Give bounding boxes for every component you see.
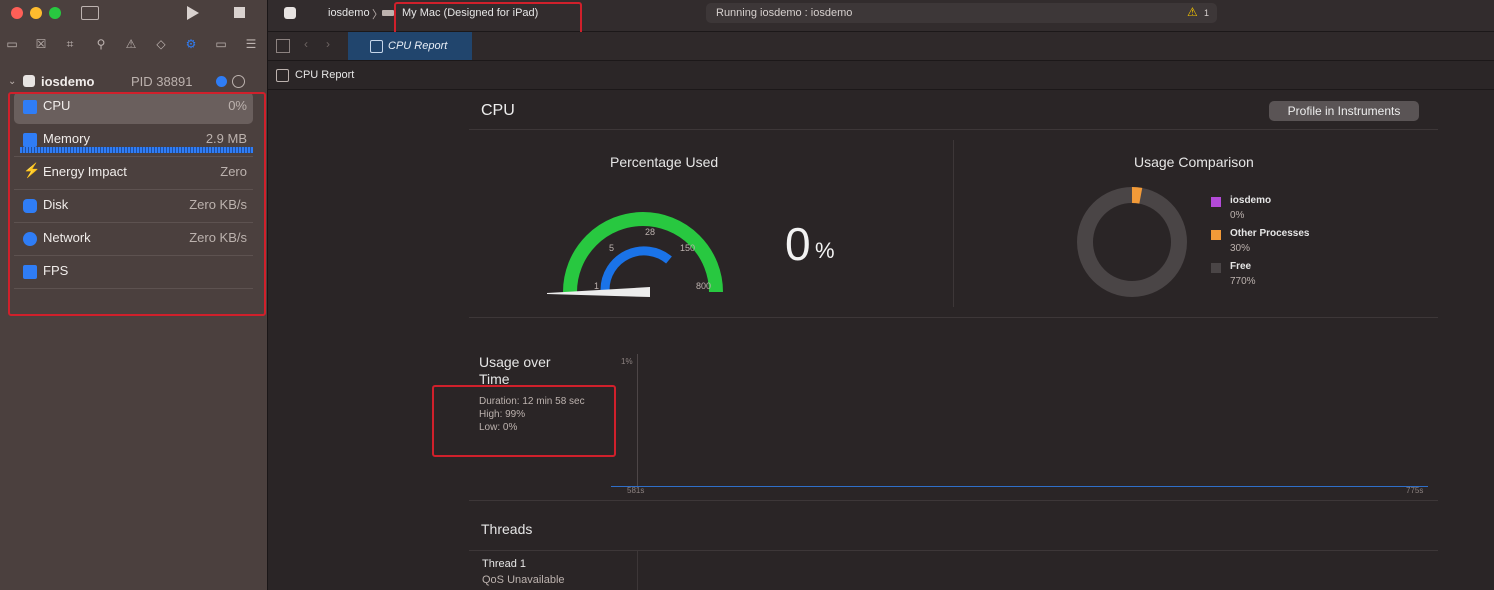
gauge-label-150: 150	[680, 243, 696, 253]
pause-status-icon	[232, 75, 245, 88]
legend-name: Other Processes	[1230, 228, 1310, 239]
app-icon	[23, 75, 35, 87]
tab-label: CPU Report	[388, 40, 448, 52]
run-button[interactable]	[187, 6, 199, 20]
jump-bar: CPU Report	[268, 61, 1494, 90]
legend-swatch	[1211, 197, 1221, 207]
symbol-icon[interactable]: ⌗	[62, 36, 78, 52]
report-icon	[276, 69, 289, 82]
close-window-button[interactable]	[11, 7, 23, 19]
legend-value: 0%	[1230, 210, 1245, 221]
gauge-outer-arc	[563, 212, 723, 293]
profile-in-instruments-button[interactable]: Profile in Instruments	[1269, 101, 1419, 121]
cpu-report: CPU Profile in Instruments Percentage Us…	[268, 90, 1494, 590]
legend-value: 30%	[1230, 243, 1251, 254]
legend-item: Other Processes 30%	[1211, 228, 1391, 261]
forward-icon[interactable]: ›	[326, 37, 330, 51]
graph-y-axis	[637, 354, 638, 486]
divider	[953, 140, 954, 307]
back-icon[interactable]: ‹	[304, 37, 308, 51]
warning-icon[interactable]: ⚠	[1187, 5, 1198, 19]
zoom-window-button[interactable]	[49, 7, 61, 19]
graph-y-label: 1%	[621, 357, 633, 366]
report-title: CPU	[481, 102, 515, 119]
debug-status-icon	[216, 76, 227, 87]
graph-x-start: 581s	[627, 486, 645, 495]
donut-other-slice	[1131, 187, 1143, 204]
gauge-label-28: 28	[645, 227, 656, 237]
minimize-window-button[interactable]	[30, 7, 42, 19]
report-icon[interactable]: ☰	[243, 36, 259, 52]
gauge-label-5: 5	[609, 243, 615, 253]
cpu-gauge	[547, 212, 723, 297]
highlight-box	[432, 385, 616, 457]
legend-item: Free 770%	[1211, 261, 1391, 294]
folder-icon[interactable]: ▭	[4, 36, 20, 52]
tab-cpu-report[interactable]: CPU Report	[348, 32, 472, 60]
report-tab-icon	[370, 40, 383, 53]
thread-name: Thread 1	[482, 558, 527, 570]
chevron-down-icon[interactable]: ⌄	[8, 76, 16, 87]
gauge-inner-arc	[600, 246, 672, 291]
grid-icon[interactable]	[276, 39, 290, 53]
sidebar-toggle-icon[interactable]	[81, 6, 99, 20]
legend-swatch	[1211, 263, 1221, 273]
comparison-title: Usage Comparison	[1134, 154, 1254, 170]
threads-title: Threads	[481, 521, 533, 537]
divider	[469, 550, 1438, 551]
gauge-label-1: 1	[594, 281, 600, 291]
thread-qos: QoS Unavailable	[482, 574, 565, 586]
scheme-selector[interactable]: iosdemo	[328, 7, 370, 19]
process-name: iosdemo	[41, 74, 95, 89]
legend-item: iosdemo 0%	[1211, 195, 1391, 228]
divider	[469, 500, 1438, 501]
usage-graph-baseline	[611, 486, 1428, 487]
debug-navigator: ▭ ☒ ⌗ ⚲ ⚠ ◇ ⚙ ▭ ☰ ⌄ iosdemo PID 38891 CP…	[0, 0, 268, 590]
thread-divider	[637, 551, 638, 590]
scheme-app-icon	[284, 7, 296, 19]
highlight-box	[8, 92, 266, 316]
tab-bar: ‹ › CPU Report	[268, 32, 1494, 61]
gauge-label-800: 800	[696, 281, 712, 291]
percentage-unit: %	[815, 238, 835, 263]
percentage-value: 0	[785, 218, 811, 270]
activity-status: Running iosdemo : iosdemo ⚠ 1	[706, 3, 1217, 23]
legend-name: iosdemo	[1230, 195, 1272, 206]
usage-over-time-title: Usage over	[479, 354, 551, 370]
percentage-title: Percentage Used	[610, 154, 719, 170]
legend-name: Free	[1230, 261, 1252, 272]
highlight-box	[394, 2, 582, 35]
test-icon[interactable]: ◇	[153, 36, 169, 52]
graph-x-end: 775s	[1406, 486, 1424, 495]
breadcrumb[interactable]: CPU Report	[295, 69, 354, 81]
process-pid: PID 38891	[131, 74, 193, 89]
stop-button[interactable]	[234, 7, 245, 18]
divider	[469, 129, 1438, 130]
search-icon[interactable]: ⚲	[93, 36, 109, 52]
toolbar: iosdemo 〉 My Mac (Designed for iPad) Run…	[268, 0, 1494, 35]
donut-free-slice	[1077, 187, 1187, 297]
source-control-icon[interactable]: ☒	[33, 36, 49, 52]
device-icon	[382, 10, 394, 16]
warning-count[interactable]: 1	[1204, 8, 1209, 18]
legend-swatch	[1211, 230, 1221, 240]
usage-donut-chart	[1077, 187, 1187, 297]
issue-icon[interactable]: ⚠	[123, 36, 139, 52]
status-text: Running iosdemo : iosdemo	[716, 7, 853, 19]
legend-value: 770%	[1230, 276, 1256, 287]
divider	[469, 317, 1438, 318]
debug-icon[interactable]: ⚙	[183, 36, 199, 52]
breakpoint-icon[interactable]: ▭	[213, 36, 229, 52]
comparison-legend: iosdemo 0% Other Processes 30% Free 770%	[1211, 195, 1391, 294]
